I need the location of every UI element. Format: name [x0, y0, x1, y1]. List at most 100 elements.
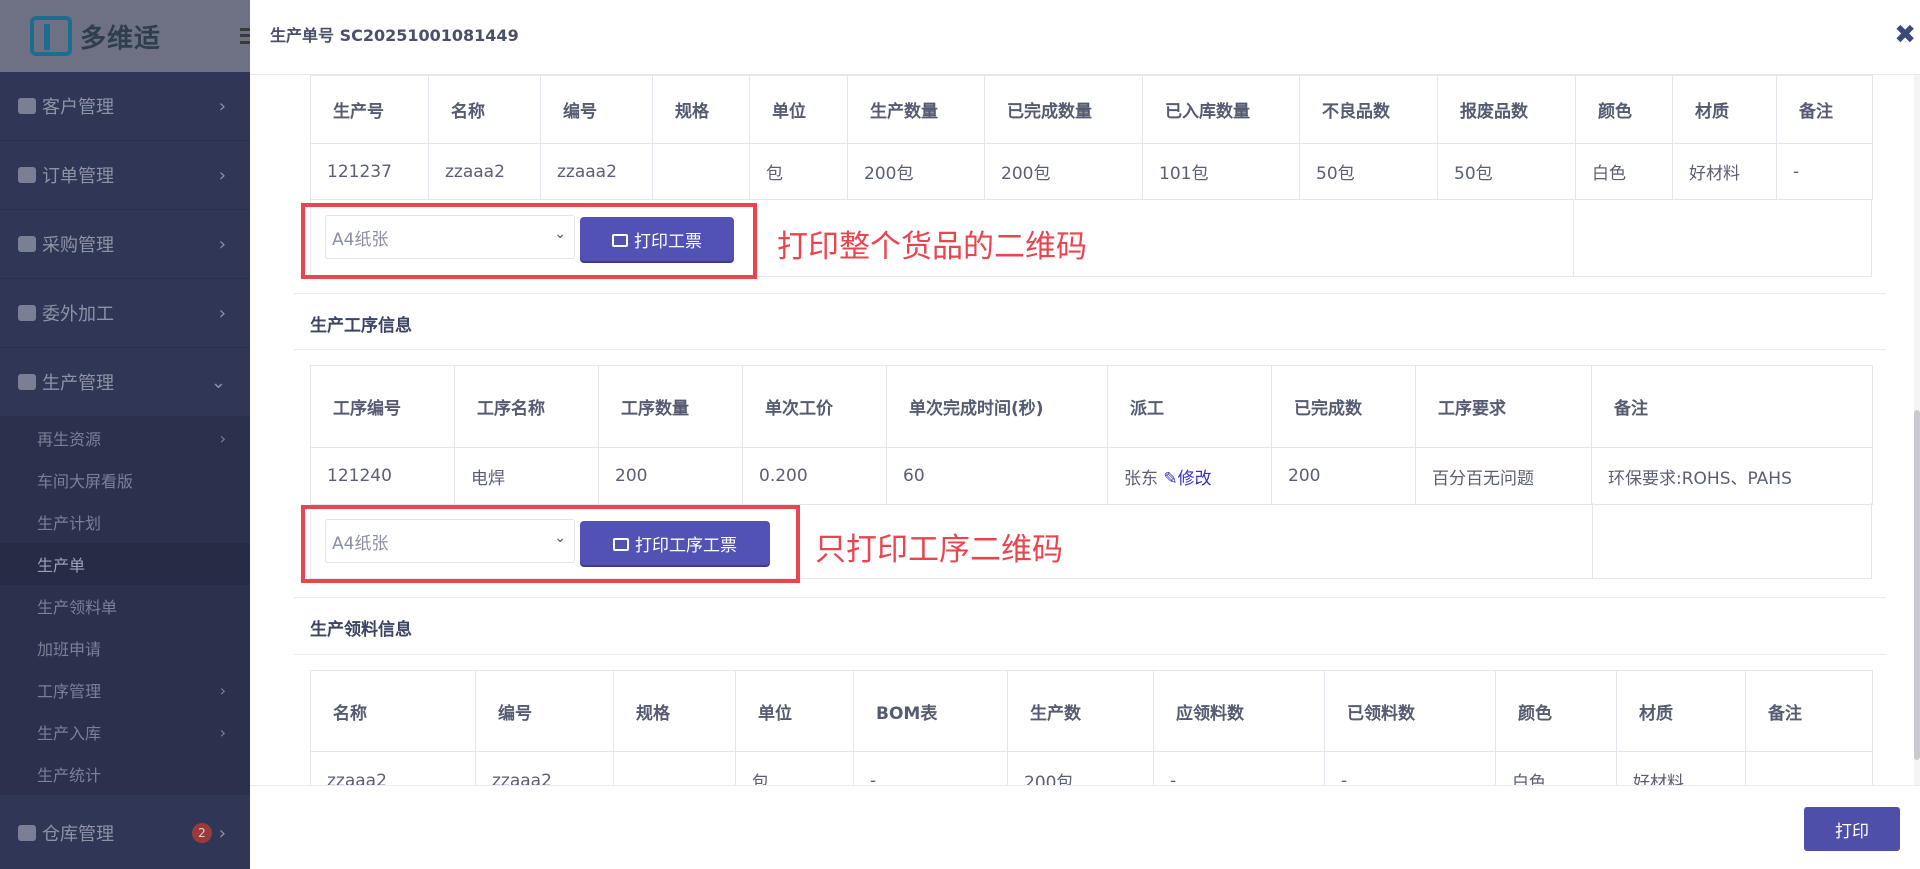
table-row: 121237 zzaaa2 zzaaa2 包 200包 200包 101包 50… — [310, 143, 1873, 200]
header-cell: 单次完成时间(秒) — [886, 365, 1108, 448]
cell: 白色 — [1495, 751, 1617, 785]
chevron-right-icon: › — [219, 722, 226, 742]
production-order-modal: 生产单号 SC20251001081449 ✖ 生产号 名称 编号 规格 单位 … — [250, 0, 1920, 869]
material-section-title: 生产领料信息 — [310, 620, 412, 640]
header-cell: 已完成数量 — [984, 75, 1143, 144]
sub-workshop-board[interactable]: 车间大屏看版 — [0, 459, 250, 501]
cell: 好材料 — [1616, 751, 1746, 785]
modal-body: 生产号 名称 编号 规格 单位 生产数量 已完成数量 已入库数量 不良品数 报废… — [250, 75, 1920, 785]
cell: 60 — [886, 447, 1108, 505]
nav-warehouse[interactable]: 仓库管理 2 › — [0, 795, 250, 869]
table-header-row: 生产号 名称 编号 规格 单位 生产数量 已完成数量 已入库数量 不良品数 报废… — [310, 75, 1873, 144]
process-table: 工序编号 工序名称 工序数量 单次工价 单次完成时间(秒) 派工 已完成数 工序… — [310, 365, 1873, 505]
process-section-title: 生产工序信息 — [310, 316, 412, 336]
nav-purchase[interactable]: 采购管理 › — [0, 210, 250, 279]
notification-badge: 2 — [192, 823, 212, 843]
users-icon — [18, 98, 36, 114]
nav-customer[interactable]: 客户管理 › — [0, 72, 250, 141]
production-submenu: 再生资源 › 车间大屏看版 生产计划 生产单 生产领料单 加班申请 工序管理 › 生… — [0, 417, 250, 795]
chevron-right-icon: › — [218, 302, 226, 324]
sub-recycle[interactable]: 再生资源 › — [0, 417, 250, 459]
header-cell: 单次工价 — [742, 365, 887, 448]
header-cell: 名称 — [428, 75, 541, 144]
sub-plan[interactable]: 生产计划 — [0, 501, 250, 543]
sub-label: 生产计划 — [37, 514, 102, 533]
print-button[interactable]: 打印 — [1804, 807, 1900, 851]
cell: 200 — [1271, 447, 1416, 505]
header-cell: 备注 — [1745, 670, 1873, 752]
cell: 200包 — [984, 143, 1143, 200]
chevron-right-icon: › — [218, 233, 226, 255]
header-cell: 报废品数 — [1437, 75, 1576, 144]
header-cell: 不良品数 — [1299, 75, 1438, 144]
cell — [1745, 751, 1873, 785]
cell: 50包 — [1299, 143, 1438, 200]
header-cell: 工序编号 — [310, 365, 455, 448]
box-icon — [18, 305, 36, 321]
brand-name: 多维适 — [80, 23, 162, 54]
header-cell: 工序数量 — [598, 365, 743, 448]
highlight-box — [301, 203, 757, 279]
cell: 百分百无问题 — [1415, 447, 1592, 505]
modal-title: 生产单号 SC20251001081449 — [270, 26, 519, 45]
sub-process[interactable]: 工序管理 › — [0, 669, 250, 711]
sub-stock-in[interactable]: 生产入库 › — [0, 711, 250, 753]
sub-material-order[interactable]: 生产领料单 — [0, 585, 250, 627]
cell: 101包 — [1142, 143, 1300, 200]
sub-label: 再生资源 — [37, 430, 102, 449]
sub-stats[interactable]: 生产统计 — [0, 753, 250, 795]
table-row: zzaaa2 zzaaa2 包 - 200包 - - 白色 好材料 — [310, 751, 1873, 785]
header-cell: 备注 — [1591, 365, 1873, 448]
header-cell: 已入库数量 — [1142, 75, 1300, 144]
book-icon — [18, 167, 36, 183]
nav-label: 生产管理 — [42, 373, 114, 394]
header-cell: 规格 — [652, 75, 750, 144]
nav-production[interactable]: 生产管理 ⌄ — [0, 348, 250, 417]
grid-icon — [18, 825, 36, 841]
cell: zzaaa2 — [540, 143, 653, 200]
cell: 好材料 — [1672, 143, 1777, 200]
header-cell: 颜色 — [1575, 75, 1673, 144]
sub-label: 车间大屏看版 — [37, 472, 134, 491]
chevron-down-icon: ⌄ — [210, 371, 226, 393]
cell: - — [1324, 751, 1496, 785]
sidebar: 多维适 客户管理 › 订单管理 › 采购管理 › 委外加工 › 生产管理 ⌄ 再生资源 › … — [0, 0, 250, 869]
nav-label: 客户管理 — [42, 97, 114, 118]
header-cell: 材质 — [1672, 75, 1777, 144]
nav-outsource[interactable]: 委外加工 › — [0, 279, 250, 348]
pencil-icon: ✎ — [1163, 468, 1178, 489]
sub-label: 生产单 — [37, 556, 86, 575]
cell: zzaaa2 — [310, 751, 476, 785]
sub-production-order[interactable]: 生产单 — [0, 543, 250, 585]
scrollbar-thumb[interactable] — [1914, 410, 1920, 760]
brand-logo: 多维适 — [0, 0, 250, 72]
cell: 121237 — [310, 143, 429, 200]
edit-link[interactable]: ✎修改 — [1163, 469, 1211, 489]
list-icon — [18, 374, 36, 390]
cell: 50包 — [1437, 143, 1576, 200]
header-cell: 编号 — [540, 75, 653, 144]
nav-label: 仓库管理 — [42, 824, 114, 845]
header-cell: 已领料数 — [1324, 670, 1496, 752]
header-cell: 名称 — [310, 670, 476, 752]
annotation-text: 打印整个货品的二维码 — [777, 229, 1087, 265]
table-row: 121240 电焊 200 0.200 60 张东 ✎修改 200 百分百无问题… — [310, 447, 1873, 505]
header-cell: 规格 — [613, 670, 736, 752]
cell: 包 — [749, 143, 848, 200]
nav-order[interactable]: 订单管理 › — [0, 141, 250, 210]
header-cell: 派工 — [1107, 365, 1272, 448]
modal-footer: 打印 — [250, 785, 1920, 869]
edit-label: 修改 — [1177, 468, 1212, 489]
cell: 200包 — [847, 143, 985, 200]
sub-label: 生产统计 — [37, 766, 102, 785]
sub-overtime[interactable]: 加班申请 — [0, 627, 250, 669]
highlight-box — [301, 505, 800, 583]
cell: 电焊 — [454, 447, 599, 505]
cart-icon — [18, 236, 36, 252]
nav-label: 委外加工 — [42, 304, 114, 325]
header-cell: 工序要求 — [1415, 365, 1592, 448]
nav-label: 采购管理 — [42, 235, 114, 256]
divider — [294, 597, 1886, 598]
header-cell: 已完成数 — [1271, 365, 1416, 448]
close-icon[interactable]: ✖ — [1894, 22, 1916, 48]
